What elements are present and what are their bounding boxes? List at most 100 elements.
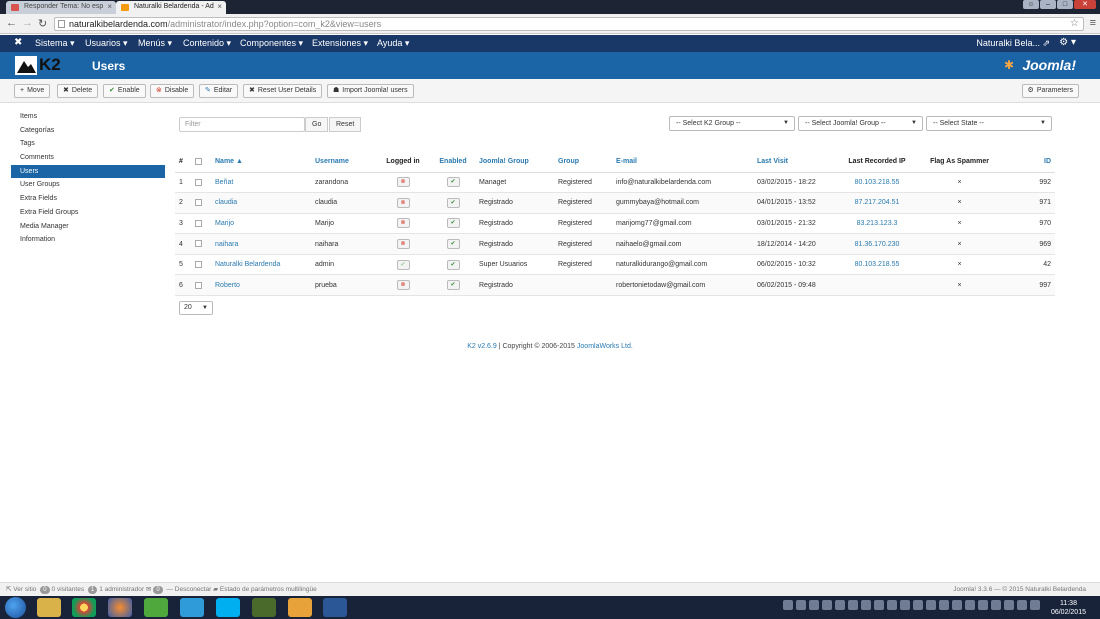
state-select[interactable]: -- Select State -- ▼: [926, 116, 1052, 131]
col-last-visit[interactable]: Last Visit: [753, 152, 837, 173]
tray-icon[interactable]: [991, 600, 1001, 610]
minimize-icon[interactable]: –: [1040, 0, 1056, 9]
user-name-link[interactable]: Marijo: [211, 213, 311, 235]
tray-icon[interactable]: [796, 600, 806, 610]
nav-ayuda[interactable]: Ayuda ▾: [377, 38, 409, 49]
site-name-link[interactable]: Naturalki Bela... ⇗: [976, 38, 1050, 49]
user-name-link[interactable]: naihara: [211, 233, 311, 255]
sidebar-item-extra-fields[interactable]: Extra Fields: [11, 192, 165, 206]
user-ip-link[interactable]: 80.103.218.55: [837, 172, 917, 194]
taskbar-clock[interactable]: 11:38 06/02/2015: [1051, 599, 1086, 617]
tray-icon[interactable]: [887, 600, 897, 610]
skype-icon[interactable]: [216, 598, 240, 617]
user-icon[interactable]: ☺: [1023, 0, 1039, 9]
flag-spammer-icon[interactable]: ×: [917, 213, 1002, 235]
user-ip-link[interactable]: 87.217.204.51: [837, 192, 917, 214]
col-username[interactable]: Username: [311, 152, 375, 173]
browser-tab-responder[interactable]: Responder Tema: No esp ×: [6, 1, 116, 14]
tray-icon[interactable]: [978, 600, 988, 610]
enabled-toggle-icon[interactable]: ✔: [446, 218, 460, 229]
logout-link[interactable]: Desconectar: [175, 586, 212, 593]
nav-usuarios[interactable]: Usuarios ▾: [85, 38, 128, 49]
sidebar-item-comments[interactable]: Comments: [11, 151, 165, 165]
file-explorer-icon[interactable]: [37, 598, 61, 617]
tray-icon[interactable]: [965, 600, 975, 610]
sidebar-item-categorias[interactable]: Categorías: [11, 124, 165, 138]
row-checkbox[interactable]: [195, 240, 202, 248]
col-name[interactable]: Name ▲: [211, 152, 311, 173]
reset-user-details-button[interactable]: ✖ Reset User Details: [243, 84, 323, 98]
row-checkbox[interactable]: [195, 219, 202, 227]
firefox-icon[interactable]: [108, 598, 132, 617]
ftp-client-icon[interactable]: [180, 598, 204, 617]
tray-icon[interactable]: [1030, 600, 1040, 610]
word-icon[interactable]: [323, 598, 347, 617]
joomlaworks-link[interactable]: JoomlaWorks Ltd.: [577, 343, 633, 350]
sidebar-item-extra-field-groups[interactable]: Extra Field Groups: [11, 206, 165, 220]
browser-menu-icon[interactable]: ≡: [1090, 17, 1096, 29]
col-group[interactable]: Group: [554, 152, 612, 173]
joomla-logo-icon[interactable]: ✖: [14, 37, 22, 48]
sidebar-item-tags[interactable]: Tags: [11, 137, 165, 151]
parameters-button[interactable]: ⚙ Parameters: [1021, 84, 1079, 98]
row-checkbox[interactable]: [195, 261, 202, 268]
flag-spammer-icon[interactable]: ×: [917, 233, 1002, 255]
enable-button[interactable]: ✔ Enable: [103, 84, 146, 98]
tray-icon[interactable]: [848, 600, 858, 610]
delete-button[interactable]: ✖ Delete: [57, 84, 99, 98]
flag-spammer-icon[interactable]: ×: [917, 254, 1002, 276]
tray-icon[interactable]: [939, 600, 949, 610]
sidebar-item-media-manager[interactable]: Media Manager: [11, 220, 165, 234]
tray-icon[interactable]: [926, 600, 936, 610]
nav-extensiones[interactable]: Extensiones ▾: [312, 38, 368, 49]
user-ip-link[interactable]: 83.213.123.3: [837, 213, 917, 235]
close-tab-icon[interactable]: ×: [217, 2, 222, 11]
flag-spammer-icon[interactable]: ×: [917, 172, 1002, 194]
col-email[interactable]: E-mail: [612, 152, 753, 173]
close-tab-icon[interactable]: ×: [107, 2, 112, 11]
import-joomla-users-button[interactable]: ☗ Import Joomla! users: [327, 84, 414, 98]
tray-icon[interactable]: [809, 600, 819, 610]
row-checkbox[interactable]: [195, 199, 202, 207]
nav-componentes[interactable]: Componentes ▾: [240, 38, 303, 49]
tray-icon[interactable]: [1017, 600, 1027, 610]
chrome-icon[interactable]: [72, 598, 96, 617]
settings-gear-icon[interactable]: ⚙ ▾: [1059, 37, 1076, 48]
user-name-link[interactable]: Roberto: [211, 274, 311, 297]
row-checkbox[interactable]: [195, 178, 202, 186]
sidebar-item-user-groups[interactable]: User Groups: [11, 178, 165, 192]
back-arrow-icon[interactable]: ←: [6, 17, 17, 29]
k2-group-select[interactable]: -- Select K2 Group -- ▼: [669, 116, 795, 131]
browser-tab-naturalki[interactable]: Naturalki Belardenda - Ad ×: [116, 1, 226, 14]
user-ip-link[interactable]: [837, 274, 917, 297]
url-input[interactable]: naturalkibelardenda.com/administrator/in…: [54, 17, 1084, 31]
joomla-group-select[interactable]: -- Select Joomla! Group -- ▼: [798, 116, 923, 131]
flag-spammer-icon[interactable]: ×: [917, 192, 1002, 214]
enabled-toggle-icon[interactable]: ✔: [446, 259, 460, 270]
k2-version-link[interactable]: K2 v2.6.9: [467, 343, 497, 350]
col-enabled[interactable]: Enabled: [431, 152, 475, 173]
user-ip-link[interactable]: 81.36.170.230: [837, 233, 917, 255]
reset-button[interactable]: Reset: [329, 117, 362, 132]
nav-menus[interactable]: Menús ▾: [138, 38, 172, 49]
disable-button[interactable]: ⊗ Disable: [150, 84, 195, 98]
enabled-toggle-icon[interactable]: ✔: [446, 177, 460, 188]
go-button[interactable]: Go: [305, 117, 329, 132]
enabled-toggle-icon[interactable]: ✔: [446, 239, 460, 250]
user-name-link[interactable]: Naturalki Belardenda: [211, 254, 311, 276]
col-joomla-group[interactable]: Joomla! Group: [475, 152, 554, 173]
tray-icon[interactable]: [913, 600, 923, 610]
tray-icon[interactable]: [783, 600, 793, 610]
move-button[interactable]: + Move: [14, 84, 51, 98]
tray-icon[interactable]: [874, 600, 884, 610]
select-all-checkbox[interactable]: [195, 158, 202, 166]
tray-icon[interactable]: [900, 600, 910, 610]
flag-spammer-icon[interactable]: ×: [917, 274, 1002, 297]
per-page-select[interactable]: 20 ▼: [179, 301, 213, 315]
reload-icon[interactable]: ↻: [38, 17, 47, 30]
sidebar-item-items[interactable]: Items: [11, 110, 165, 124]
windows-start-icon[interactable]: [5, 597, 26, 618]
forward-arrow-icon[interactable]: →: [22, 17, 33, 29]
tray-icon[interactable]: [1004, 600, 1014, 610]
utorrent-icon[interactable]: [144, 598, 168, 617]
